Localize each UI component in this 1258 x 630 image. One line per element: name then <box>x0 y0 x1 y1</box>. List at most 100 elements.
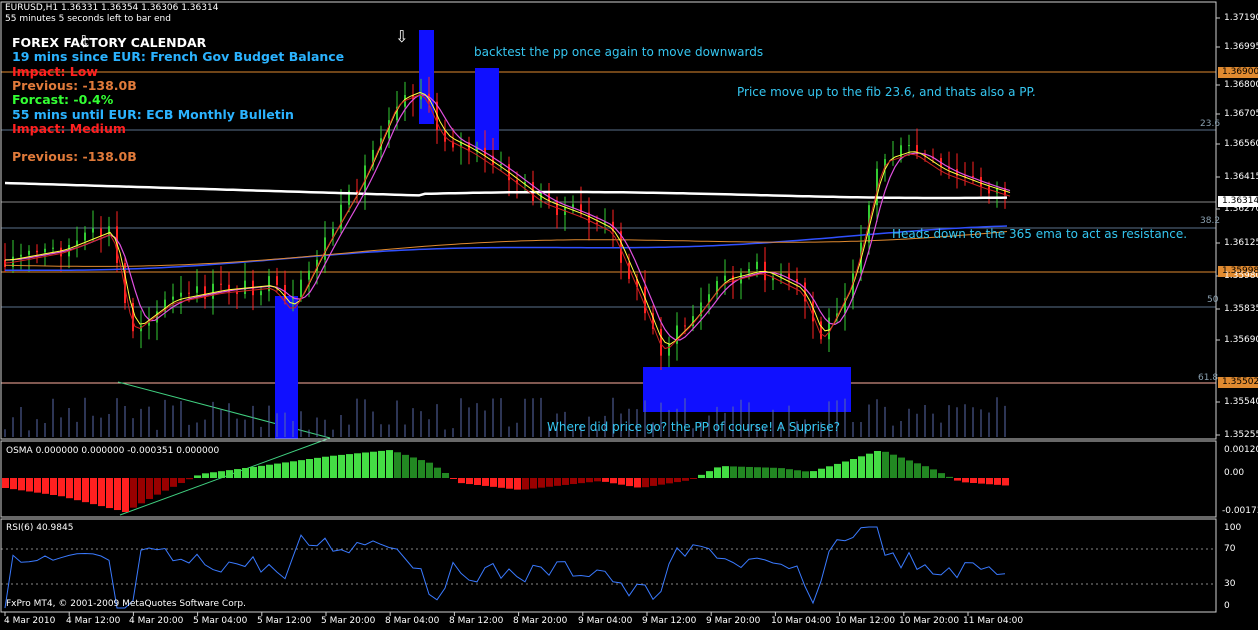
osma-bar <box>706 471 713 478</box>
calendar-previous-1: Previous: -138.0B <box>12 78 137 93</box>
fib-label: 61.8 <box>1198 373 1219 383</box>
price-label: 1.36560 <box>1224 139 1258 149</box>
osma-bar <box>290 461 297 478</box>
rsi-axis-label: 70 <box>1224 544 1236 554</box>
calendar-impact-2: Impact: Medium <box>12 121 126 136</box>
price-label: 1.35255 <box>1224 430 1258 440</box>
osma-bar <box>762 467 769 478</box>
osma-bar <box>474 478 481 485</box>
osma-bar <box>586 478 593 483</box>
osma-bar <box>554 478 561 486</box>
rsi-line <box>1 526 1216 609</box>
osma-bar <box>850 459 857 478</box>
candle-body <box>172 296 174 300</box>
main-panel-frame <box>0 1 1217 440</box>
osma-bar <box>778 468 785 478</box>
osma-bar <box>666 478 673 484</box>
candle-body <box>828 317 830 340</box>
osma-bar <box>74 478 81 501</box>
rsi-axis-label: 100 <box>1224 523 1242 533</box>
time-label: 4 Mar 20:00 <box>129 616 184 626</box>
osma-bar <box>634 478 641 488</box>
osma-bar <box>650 478 657 486</box>
time-label: 4 Mar 2010 <box>4 616 56 626</box>
rsi-axis-label: 0 <box>1224 601 1230 611</box>
osma-bar <box>442 473 449 478</box>
price-label: 1.36800 <box>1224 80 1258 90</box>
osma-bar <box>730 466 737 478</box>
osma-bar <box>386 450 393 478</box>
trendline <box>117 381 331 439</box>
osma-bar <box>546 478 553 487</box>
ema-slow-line <box>4 181 1008 200</box>
osma-bar <box>594 478 601 482</box>
osma-axis-label: -0.00173 <box>1222 506 1258 516</box>
trading-chart[interactable] <box>0 0 1258 630</box>
price-tag-pp-middle: 1.35998 <box>1222 266 1258 276</box>
candle-body <box>156 311 158 323</box>
osma-bar <box>186 478 193 480</box>
osma-bar <box>394 452 401 478</box>
osma-bar <box>786 469 793 478</box>
time-label: 8 Mar 04:00 <box>385 616 440 626</box>
osma-bar <box>810 471 817 478</box>
osma-bar <box>402 454 409 478</box>
price-label: 1.37190 <box>1224 13 1258 23</box>
time-label: 9 Mar 04:00 <box>578 616 633 626</box>
price-tag-current: 1.36314 <box>1222 196 1258 206</box>
volume-bars <box>4 397 1006 437</box>
candle-body <box>212 283 214 299</box>
candle-body <box>92 228 94 233</box>
price-label: 1.35540 <box>1224 397 1258 407</box>
osma-bar <box>58 478 65 497</box>
candle-body <box>188 292 190 294</box>
time-label: 10 Mar 20:00 <box>899 616 960 626</box>
osma-bar <box>34 478 41 493</box>
calendar-previous-2: Previous: -138.0B <box>12 149 137 164</box>
osma-bar <box>690 478 697 479</box>
candle-body <box>756 261 758 270</box>
osma-bar <box>50 478 57 495</box>
candle-body <box>260 291 262 296</box>
osma-bar <box>754 467 761 478</box>
price-label: 1.36270 <box>1224 204 1258 214</box>
candle-body <box>324 237 326 260</box>
price-label: 1.35835 <box>1224 304 1258 314</box>
calendar-event-2: 55 mins until EUR: ECB Monthly Bulletin <box>12 107 294 122</box>
osma-bar <box>826 466 833 478</box>
rsi-line-path <box>4 526 1006 609</box>
osma-bar <box>986 478 993 485</box>
osma-bar <box>978 478 985 484</box>
candle-body <box>44 248 46 253</box>
osma-bar <box>338 454 345 478</box>
osma-bar <box>226 470 233 478</box>
osma-bar <box>970 478 977 483</box>
osma-bar <box>378 450 385 478</box>
calendar-event-1: 19 mins since EUR: French Gov Budget Bal… <box>12 49 345 64</box>
arrow-down-icon: ⇩ <box>77 32 91 51</box>
osma-bar <box>250 466 257 478</box>
osma-bar <box>466 478 473 485</box>
candle-body <box>220 283 222 285</box>
osma-bar <box>714 467 721 478</box>
osma-bar <box>194 475 201 478</box>
candle-body <box>180 292 182 297</box>
ema-magenta-line <box>4 94 1011 341</box>
osma-bar <box>306 459 313 478</box>
time-label: 10 Mar 04:00 <box>771 616 832 626</box>
time-label: 8 Mar 20:00 <box>513 616 568 626</box>
osma-bar <box>562 478 569 485</box>
osma-bar <box>362 452 369 478</box>
calendar-impact-1: Impact: Low <box>12 64 98 79</box>
osma-bar <box>642 478 649 488</box>
osma-bar <box>314 457 321 478</box>
candle-body <box>100 228 102 236</box>
candle-body <box>748 269 750 273</box>
annotation-ema: Heads down to the 365 ema to act as resi… <box>892 227 1188 241</box>
annotation-fib: Price move up to the fib 23.6, and thats… <box>737 85 1036 99</box>
osma-bar <box>794 470 801 478</box>
osma-bar <box>138 478 145 504</box>
osma-bar <box>770 467 777 478</box>
osma-bar <box>10 478 17 490</box>
candle-body <box>300 279 302 298</box>
